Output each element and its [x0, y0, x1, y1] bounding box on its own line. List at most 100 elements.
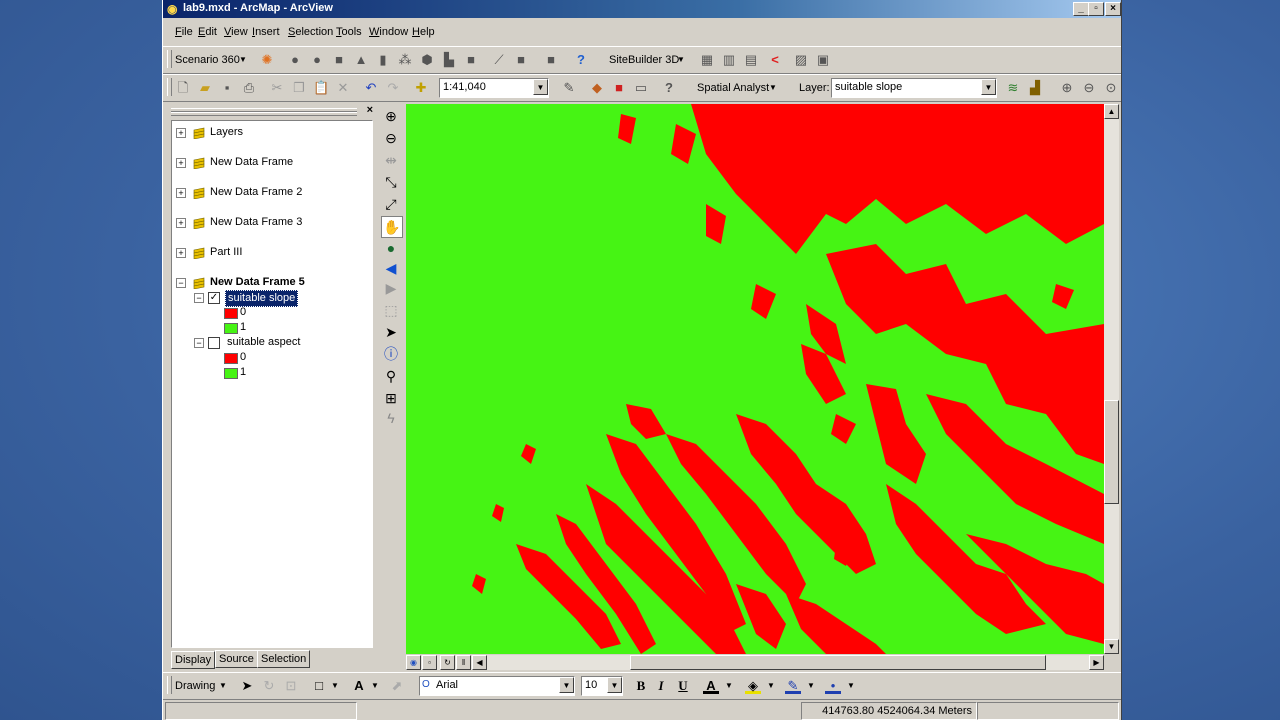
zoom-to-selected-icon[interactable]: ⊡	[283, 678, 299, 694]
rotate-icon[interactable]: ↻	[261, 678, 277, 694]
select-elements-icon[interactable]: ➤	[381, 322, 401, 342]
layer-visibility-checkbox[interactable]: ✓	[208, 292, 220, 304]
font-size-combo[interactable]: 10 ▼	[581, 676, 623, 696]
help-icon[interactable]: ?	[573, 52, 589, 68]
text-tool-arrow-icon[interactable]: ▼	[371, 681, 379, 690]
histogram-icon[interactable]: ▟	[1027, 80, 1043, 96]
sitebuilder-dropdown-arrow-icon[interactable]: ▼	[677, 55, 685, 64]
spatial-analyst-arrow-icon[interactable]: ▼	[769, 83, 777, 92]
toc-close-icon[interactable]: ×	[367, 104, 373, 116]
expand-icon[interactable]: +	[176, 128, 186, 138]
pause-drawing-icon[interactable]: ‖	[456, 655, 471, 670]
marker-color-arrow-icon[interactable]: ▼	[847, 681, 855, 690]
group-tool-icon[interactable]: ▙	[441, 52, 457, 68]
scenario-dropdown-arrow-icon[interactable]: ▼	[239, 55, 247, 64]
tree-tool-icon[interactable]: ⁂	[397, 52, 413, 68]
marker-color-icon[interactable]: •	[825, 678, 841, 694]
new-document-icon[interactable]: 🗋	[175, 80, 191, 96]
menu-view[interactable]: View	[224, 26, 248, 38]
line-color-icon[interactable]: ✎	[785, 678, 801, 694]
toolbar-grip[interactable]	[167, 50, 172, 68]
contour-icon[interactable]: ≋	[1005, 80, 1021, 96]
toc-tree[interactable]: + Layers + New Data Frame + New Data Fra…	[171, 120, 373, 648]
collapse-icon[interactable]: −	[194, 338, 204, 348]
scroll-down-icon[interactable]: ▼	[1104, 639, 1119, 654]
map-vertical-scrollbar[interactable]: ▲ ▼	[1104, 104, 1119, 654]
sphere-tool-icon[interactable]: ●	[309, 52, 325, 68]
pyramid-tool-icon[interactable]: ▲	[353, 52, 369, 68]
font-size-dropdown-icon[interactable]: ▼	[607, 677, 622, 693]
bold-button[interactable]: B	[633, 678, 649, 694]
scenario-settings-icon[interactable]: ✺	[259, 52, 275, 68]
menu-tools[interactable]: Tools	[336, 26, 362, 38]
open-folder-icon[interactable]: ▰	[197, 80, 213, 96]
arctoolbox-icon[interactable]: ◆	[589, 80, 605, 96]
toc-frame-new-data-frame-2[interactable]: + New Data Frame 2	[174, 185, 364, 200]
delete-icon[interactable]: ✕	[335, 80, 351, 96]
cut-icon[interactable]: ✂	[269, 80, 285, 96]
layer-dropdown-icon[interactable]: ▼	[981, 79, 996, 95]
edit-vertices-icon[interactable]: ⬈	[389, 678, 405, 694]
layer-combo[interactable]: suitable slope ▼	[831, 78, 997, 98]
zoom-in-fixed-icon[interactable]: ⊕	[1059, 80, 1075, 96]
scroll-thumb[interactable]	[1104, 400, 1119, 504]
select-pointer-icon[interactable]: ➤	[239, 678, 255, 694]
fill-color-icon[interactable]: ◈	[745, 678, 761, 694]
drawing-menu-arrow-icon[interactable]: ▼	[219, 681, 227, 690]
redo-icon[interactable]: ↷	[385, 80, 401, 96]
rectangle-tool-arrow-icon[interactable]: ▼	[331, 681, 339, 690]
rectangle-tool-icon[interactable]: □	[311, 678, 327, 694]
sb-tool-6-icon[interactable]: ▣	[815, 52, 831, 68]
spatial-analyst-menu[interactable]: Spatial Analyst	[697, 82, 769, 94]
toc-layer-suitable-aspect[interactable]: − suitable aspect	[192, 335, 364, 350]
back-arrow-icon[interactable]: ◀	[381, 258, 401, 278]
minimize-button[interactable]: _	[1073, 2, 1089, 16]
hyperlink-lightning-icon[interactable]: ϟ	[381, 408, 401, 428]
collapse-icon[interactable]: −	[194, 293, 204, 303]
building-tool-icon[interactable]: ▮	[375, 52, 391, 68]
print-icon[interactable]: ⎙	[241, 80, 257, 96]
line-color-arrow-icon[interactable]: ▼	[807, 681, 815, 690]
fixed-zoom-in-icon[interactable]: ⤡	[381, 172, 401, 192]
hexagon-tool-icon[interactable]: ⬢	[419, 52, 435, 68]
fill-tool-icon[interactable]: ■	[513, 52, 529, 68]
full-extent-globe-icon[interactable]: ●	[381, 238, 401, 258]
whats-this-icon[interactable]: ?	[661, 80, 677, 96]
line-tool-icon[interactable]: ⟋	[491, 52, 507, 68]
toc-titlebar[interactable]: ×	[169, 104, 375, 118]
identify-extra-icon[interactable]: ⊙	[1103, 80, 1119, 96]
toc-frame-part-iii[interactable]: + Part III	[174, 245, 364, 260]
paste-icon[interactable]: 📋	[313, 80, 329, 96]
editor-toolbar-icon[interactable]: ✎	[561, 80, 577, 96]
font-combo[interactable]: Arial O ▼	[419, 676, 575, 696]
expand-icon[interactable]: +	[176, 188, 186, 198]
undo-icon[interactable]: ↶	[363, 80, 379, 96]
scenario-dropdown[interactable]: Scenario 360	[175, 54, 240, 66]
font-color-icon[interactable]: A	[703, 678, 719, 694]
sb-tool-2-icon[interactable]: ▥	[721, 52, 737, 68]
add-data-icon[interactable]: ✚	[413, 80, 429, 96]
tab-display[interactable]: Display	[171, 651, 216, 669]
refresh-icon[interactable]: ↻	[440, 655, 455, 670]
map-scale-dropdown-icon[interactable]: ▼	[533, 79, 548, 95]
drawing-menu[interactable]: Drawing	[175, 680, 215, 692]
pan-hand-icon[interactable]: ✋	[381, 216, 403, 238]
toolbar-grip[interactable]	[167, 78, 172, 96]
sitebuilder-dropdown[interactable]: SiteBuilder 3D	[609, 54, 679, 66]
sb-tool-3-icon[interactable]: ▤	[743, 52, 759, 68]
menu-help[interactable]: Help	[412, 26, 435, 38]
menu-file[interactable]: File	[175, 26, 193, 38]
expand-icon[interactable]: +	[176, 158, 186, 168]
scroll-right-icon[interactable]: ▶	[1089, 655, 1104, 670]
zoom-in-icon[interactable]: ⊕	[381, 106, 401, 126]
identify-icon[interactable]: ⓘ	[381, 344, 401, 364]
expand-icon[interactable]: +	[176, 218, 186, 228]
toc-frame-new-data-frame[interactable]: + New Data Frame	[174, 155, 364, 170]
menu-selection[interactable]: Selection	[288, 26, 333, 38]
measure-icon[interactable]: ⊞	[381, 388, 401, 408]
zoom-out-fixed-icon[interactable]: ⊖	[1081, 80, 1097, 96]
menu-window[interactable]: Window	[369, 26, 408, 38]
save-icon[interactable]: ▪	[219, 80, 235, 96]
menu-edit[interactable]: Edit	[198, 26, 217, 38]
font-dropdown-icon[interactable]: ▼	[559, 677, 574, 693]
